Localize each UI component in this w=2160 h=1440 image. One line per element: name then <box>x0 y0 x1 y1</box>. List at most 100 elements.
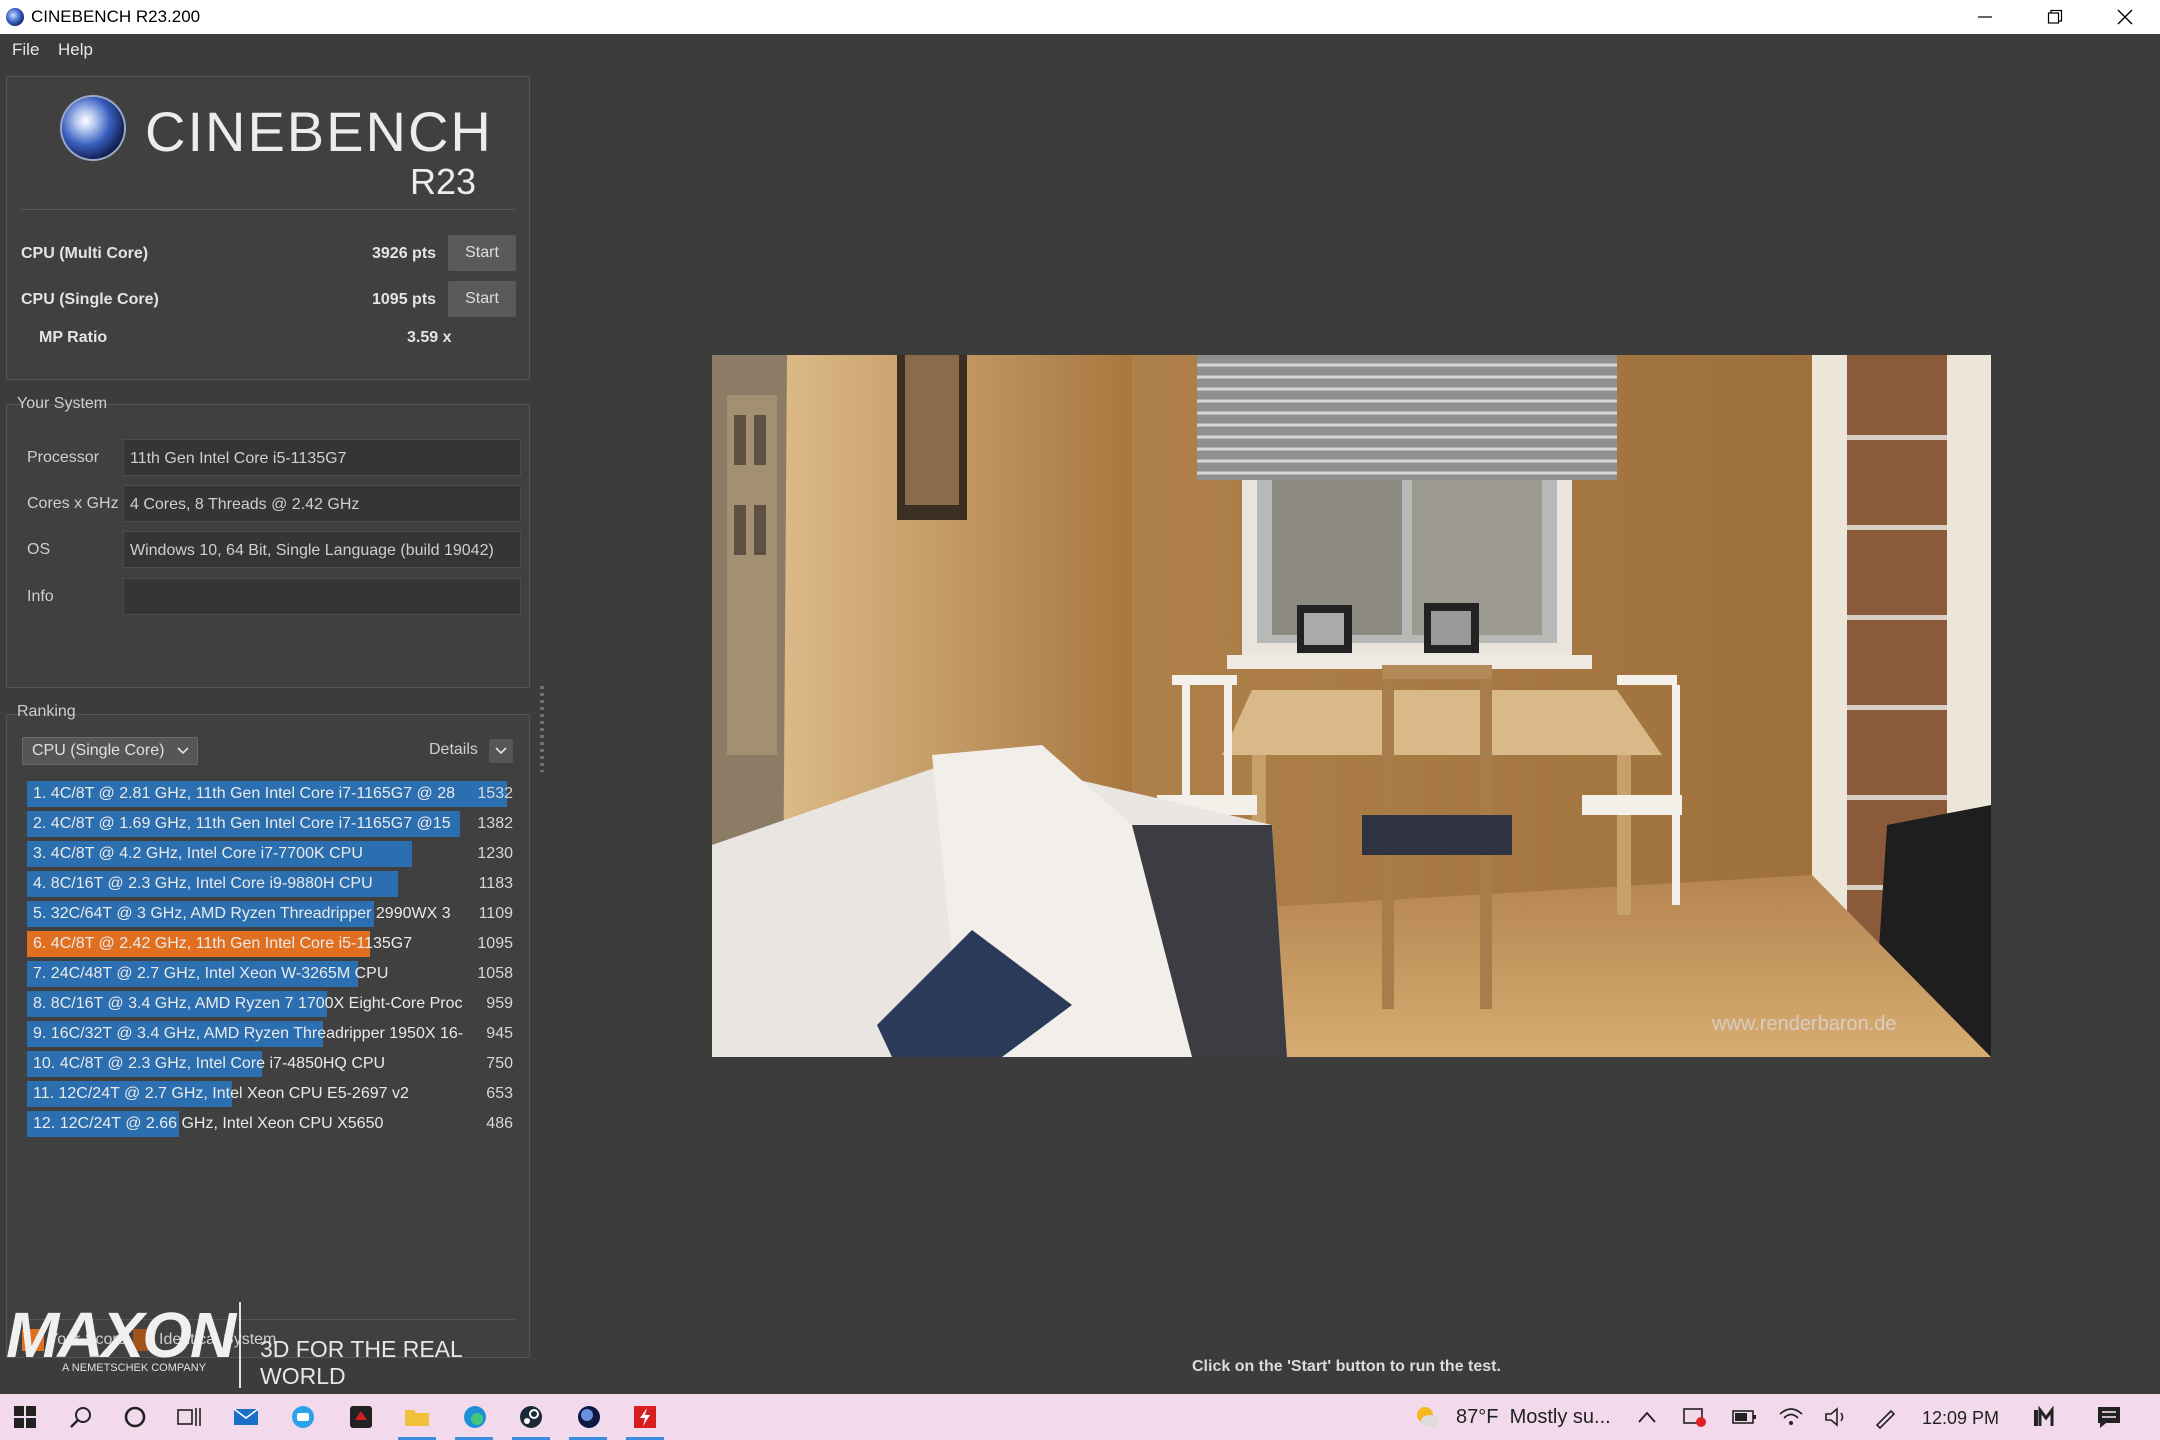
ranking-row-label: 11. 12C/24T @ 2.7 GHz, Intel Xeon CPU E5… <box>33 1085 409 1102</box>
ranking-row[interactable]: 4. 8C/16T @ 2.3 GHz, Intel Core i9-9880H… <box>27 871 521 897</box>
ranking-row-label: 3. 4C/8T @ 4.2 GHz, Intel Core i7-7700K … <box>33 845 363 862</box>
steam-app[interactable] <box>516 1402 546 1432</box>
task-view-button[interactable] <box>174 1402 204 1432</box>
system-header: Your System <box>17 395 108 412</box>
ranking-dropdown[interactable]: CPU (Single Core) <box>22 737 198 765</box>
file-explorer[interactable] <box>402 1402 432 1432</box>
start-button[interactable] <box>10 1402 40 1432</box>
menu-help[interactable]: Help <box>58 40 93 60</box>
chat-icon <box>292 1406 314 1428</box>
cinebench-logo-icon <box>62 97 124 159</box>
ranking-row-score: 486 <box>486 1115 513 1132</box>
status-hint: Click on the 'Start' button to run the t… <box>1192 1358 1501 1375</box>
menu-file[interactable]: File <box>12 40 39 60</box>
battery-button[interactable] <box>1728 1402 1758 1432</box>
edge-browser[interactable] <box>460 1402 490 1432</box>
chevron-up-icon <box>1638 1411 1656 1423</box>
notification-center-button[interactable] <box>2094 1402 2124 1432</box>
ranking-panel: Ranking CPU (Single Core) Details 1. 4C/… <box>6 703 530 1358</box>
ranking-row[interactable]: 5. 32C/64T @ 3 GHz, AMD Ryzen Threadripp… <box>27 901 521 927</box>
cortana-button[interactable] <box>120 1402 150 1432</box>
wifi-button[interactable] <box>1776 1402 1806 1432</box>
ranking-row-label: 12. 12C/24T @ 2.66 GHz, Intel Xeon CPU X… <box>33 1115 384 1132</box>
chat-app[interactable] <box>288 1402 318 1432</box>
minimize-button[interactable] <box>1950 0 2020 34</box>
weather-text[interactable]: 87°F Mostly su... <box>1456 1406 1611 1429</box>
ranking-row-score: 959 <box>486 995 513 1012</box>
ranking-row[interactable]: 1. 4C/8T @ 2.81 GHz, 11th Gen Intel Core… <box>27 781 521 807</box>
ranking-row[interactable]: 9. 16C/32T @ 3.4 GHz, AMD Ryzen Threadri… <box>27 1021 521 1047</box>
info-field[interactable] <box>123 578 521 615</box>
footer-divider <box>239 1302 241 1388</box>
mp-ratio-value: 3.59 x <box>407 329 452 346</box>
ranking-row-score: 1058 <box>477 965 513 982</box>
camera-alert-icon <box>1683 1408 1706 1427</box>
weather-widget[interactable] <box>1412 1402 1442 1432</box>
mail-app[interactable] <box>231 1402 261 1432</box>
restore-button[interactable] <box>2020 0 2090 34</box>
cores-field: 4 Cores, 8 Threads @ 2.42 GHz <box>123 485 521 522</box>
logo-version: R23 <box>410 161 477 202</box>
splitter-handle[interactable] <box>540 686 544 772</box>
red-pdf-app[interactable] <box>630 1402 660 1432</box>
taskbar: 87°F Mostly su... 12:09 PM <box>0 1394 2160 1440</box>
ranking-row[interactable]: 10. 4C/8T @ 2.3 GHz, Intel Core i7-4850H… <box>27 1051 521 1077</box>
clock[interactable]: 12:09 PM <box>1922 1408 1999 1429</box>
ranking-row-score: 1230 <box>477 845 513 862</box>
system-panel: Your System Processor 11th Gen Intel Cor… <box>6 395 530 688</box>
ranking-row-label: 9. 16C/32T @ 3.4 GHz, AMD Ryzen Threadri… <box>33 1025 464 1042</box>
maxon-logo: MAXON <box>6 1299 236 1371</box>
ranking-row-label: 6. 4C/8T @ 2.42 GHz, 11th Gen Intel Core… <box>33 935 413 952</box>
ranking-row[interactable]: 3. 4C/8T @ 4.2 GHz, Intel Core i7-7700K … <box>27 841 521 867</box>
ranking-row-label: 7. 24C/48T @ 2.7 GHz, Intel Xeon W-3265M… <box>33 965 389 982</box>
window-title: CINEBENCH R23.200 <box>31 7 201 26</box>
details-label[interactable]: Details <box>429 741 478 759</box>
ranking-row[interactable]: 8. 8C/16T @ 3.4 GHz, AMD Ryzen 7 1700X E… <box>27 991 521 1017</box>
cinebench-icon <box>578 1406 600 1428</box>
cortana-icon <box>124 1406 146 1428</box>
ranking-row-label: 8. 8C/16T @ 3.4 GHz, AMD Ryzen 7 1700X E… <box>33 995 463 1012</box>
pen-button[interactable] <box>1870 1402 1900 1432</box>
maxon-subtitle: A NEMETSCHEK COMPANY <box>62 1362 207 1374</box>
pen-icon <box>1875 1409 1896 1429</box>
close-button[interactable] <box>2090 0 2160 34</box>
red-app-icon <box>350 1406 372 1428</box>
tray-app[interactable] <box>1680 1402 1710 1432</box>
ranking-row-your-score[interactable]: 6. 4C/8T @ 2.42 GHz, 11th Gen Intel Core… <box>27 931 521 957</box>
ranking-row[interactable]: 11. 12C/24T @ 2.7 GHz, Intel Xeon CPU E5… <box>27 1081 521 1107</box>
left-panel: CINEBENCH R23 CPU (Multi Core) 3926 pts … <box>0 66 544 1394</box>
search-button[interactable] <box>66 1402 96 1432</box>
ranking-dropdown-value: CPU (Single Core) <box>32 742 165 759</box>
ranking-row-label: 2. 4C/8T @ 1.69 GHz, 11th Gen Intel Core… <box>33 815 451 832</box>
cinebench-taskbar-app[interactable] <box>574 1402 604 1432</box>
folder-icon <box>405 1410 429 1426</box>
speaker-icon <box>1825 1407 1844 1427</box>
start-single-core-button[interactable]: Start <box>448 281 516 317</box>
ranking-row[interactable]: 7. 24C/48T @ 2.7 GHz, Intel Xeon W-3265M… <box>27 961 521 987</box>
close-icon <box>2117 9 2133 25</box>
flash-app-icon <box>634 1406 656 1428</box>
battery-icon <box>1732 1410 1756 1424</box>
windows-icon <box>14 1406 36 1428</box>
ranking-row[interactable]: 12. 12C/24T @ 2.66 GHz, Intel Xeon CPU X… <box>27 1111 521 1137</box>
restore-icon <box>2047 9 2063 24</box>
title-bar: CINEBENCH R23.200 <box>0 0 2160 34</box>
ranking-list: 1. 4C/8T @ 2.81 GHz, 11th Gen Intel Core… <box>7 781 529 1151</box>
single-core-label: CPU (Single Core) <box>21 291 159 308</box>
cores-label: Cores x GHz <box>27 495 119 512</box>
meet-now-button[interactable] <box>2030 1402 2060 1432</box>
render-preview-image: www.renderbaron.de <box>712 355 1991 1057</box>
details-toggle[interactable] <box>489 739 513 763</box>
ranking-row-score: 1183 <box>478 875 513 892</box>
minimize-icon <box>1978 16 1992 18</box>
os-label: OS <box>27 541 51 558</box>
start-multi-core-button[interactable]: Start <box>448 235 516 271</box>
ranking-row-score: 1109 <box>478 905 513 922</box>
multi-core-score: 3926 pts <box>372 245 437 262</box>
red-app[interactable] <box>346 1402 376 1432</box>
processor-field: 11th Gen Intel Core i5-1135G7 <box>123 439 521 476</box>
show-hidden-icons-button[interactable] <box>1632 1402 1662 1432</box>
volume-button[interactable] <box>1822 1402 1852 1432</box>
ranking-row[interactable]: 2. 4C/8T @ 1.69 GHz, 11th Gen Intel Core… <box>27 811 521 837</box>
single-core-score: 1095 pts <box>372 291 437 308</box>
